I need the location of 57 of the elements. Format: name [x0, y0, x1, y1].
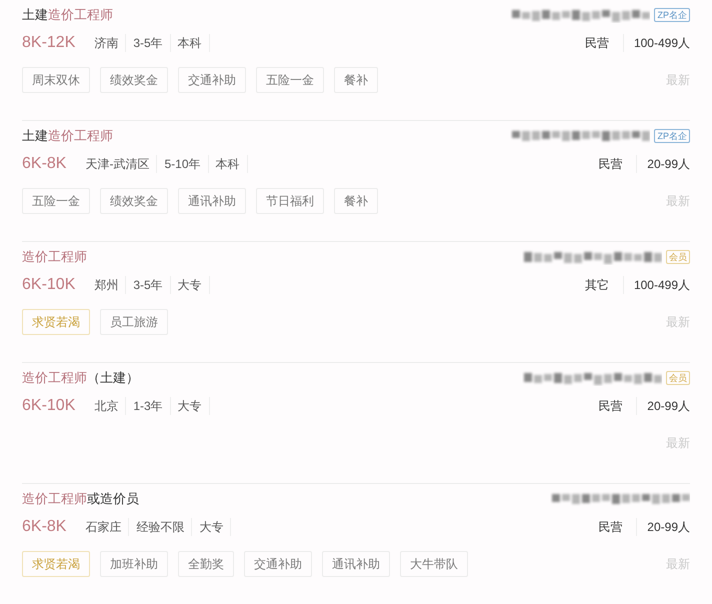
- job-title[interactable]: 土建造价工程师: [22, 5, 113, 25]
- job-detail: 天津-武清区: [78, 155, 158, 173]
- benefit-tag: 餐补: [334, 188, 378, 214]
- job-detail: 本科: [170, 34, 210, 52]
- benefit-tag: 通讯补助: [178, 188, 246, 214]
- job-detail: 3-5年: [126, 276, 171, 294]
- company-size: 20-99人: [646, 398, 690, 415]
- job-detail: 北京: [87, 397, 126, 415]
- benefit-tag: 周末双休: [22, 67, 90, 93]
- job-detail: 石家庄: [78, 518, 130, 536]
- salary: 6K-8K: [22, 154, 66, 174]
- company-badge: ZP名企: [654, 129, 690, 143]
- company-size: 20-99人: [646, 156, 690, 173]
- benefit-tag: 大牛带队: [400, 551, 468, 577]
- company-type: 其它: [570, 276, 624, 294]
- company-type: 民营: [584, 155, 638, 173]
- job-detail: 本科: [208, 155, 248, 173]
- job-detail: 大专: [170, 276, 210, 294]
- company-badge: ZP名企: [654, 8, 690, 22]
- job-detail: 1-3年: [126, 397, 171, 415]
- benefit-tag: 员工旅游: [100, 309, 168, 335]
- benefit-tag: 全勤奖: [178, 551, 234, 577]
- benefit-tag: 五险一金: [256, 67, 324, 93]
- job-detail: 5-10年: [157, 155, 208, 173]
- job-detail: 大专: [192, 518, 232, 536]
- job-title[interactable]: 造价工程师: [22, 247, 87, 267]
- benefit-tag: 节日福利: [256, 188, 324, 214]
- benefit-tag: 交通补助: [244, 551, 312, 577]
- company-badge: 会员: [666, 250, 690, 264]
- benefit-tag: 求贤若渴: [22, 309, 90, 335]
- company-size: 20-99人: [646, 519, 690, 536]
- job-detail: 3-5年: [126, 34, 171, 52]
- company-type: 民营: [570, 34, 624, 52]
- benefit-tag: 绩效奖金: [100, 188, 168, 214]
- job-detail: 经验不限: [129, 518, 192, 536]
- company-type: 民营: [584, 518, 638, 536]
- benefit-tag: 五险一金: [22, 188, 90, 214]
- company-size: 100-499人: [632, 35, 690, 52]
- job-detail: 济南: [87, 34, 126, 52]
- salary: 8K-12K: [22, 33, 76, 53]
- salary: 6K-10K: [22, 275, 76, 295]
- benefit-tag: 绩效奖金: [100, 67, 168, 93]
- salary: 6K-10K: [22, 396, 76, 416]
- benefit-tag: 交通补助: [178, 67, 246, 93]
- job-title[interactable]: 土建造价工程师: [22, 126, 113, 146]
- benefit-tag: 求贤若渴: [22, 551, 90, 577]
- company-size: 100-499人: [632, 277, 690, 294]
- job-detail: 大专: [170, 397, 210, 415]
- job-title[interactable]: 造价工程师（土建）: [22, 368, 139, 388]
- benefit-tag: 加班补助: [100, 551, 168, 577]
- job-title[interactable]: 造价工程师或造价员: [22, 489, 139, 509]
- company-badge: 会员: [666, 371, 690, 385]
- job-detail: 郑州: [87, 276, 126, 294]
- benefit-tag: 通讯补助: [322, 551, 390, 577]
- company-type: 民营: [584, 397, 638, 415]
- salary: 6K-8K: [22, 517, 66, 537]
- benefit-tag: 餐补: [334, 67, 378, 93]
